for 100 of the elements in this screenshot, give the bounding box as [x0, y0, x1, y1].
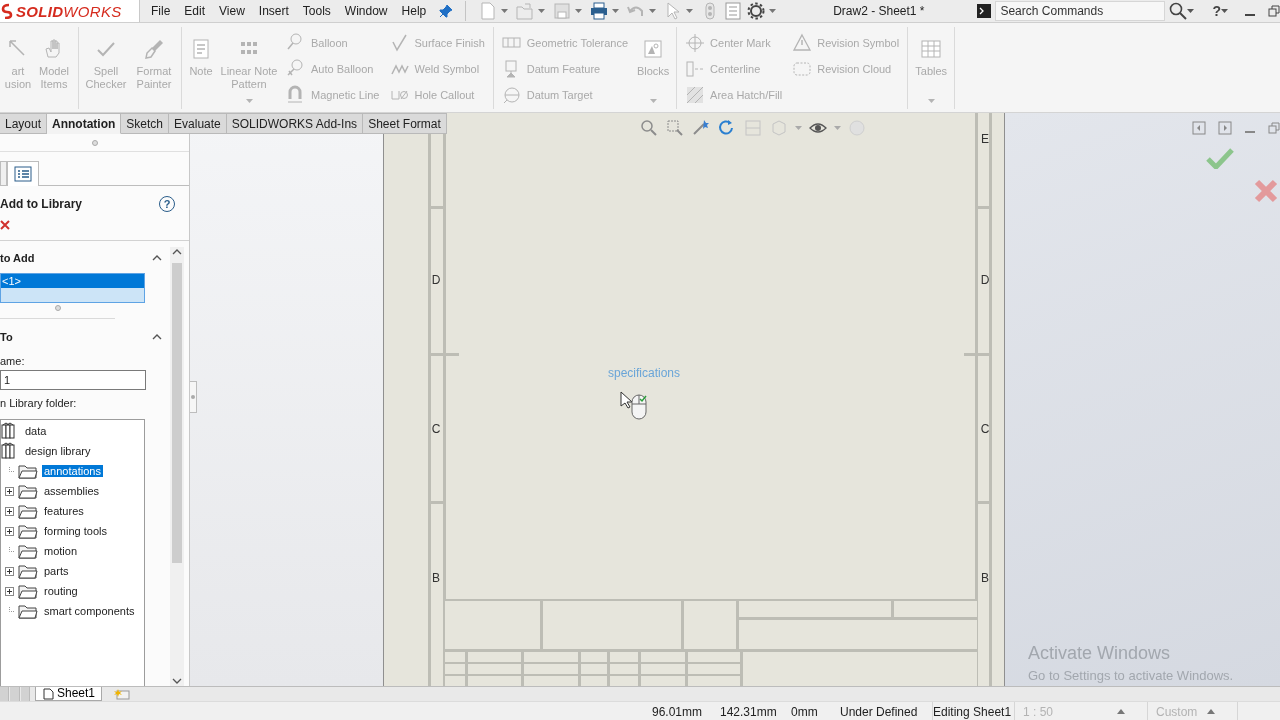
hatch-icon: [685, 85, 706, 105]
folder-icon: [18, 603, 38, 619]
folder-icon: [18, 583, 38, 599]
field-label: ame:: [0, 355, 26, 367]
table-icon: [919, 37, 944, 61]
expand-icon[interactable]: [5, 486, 14, 496]
panel-tab[interactable]: [0, 161, 7, 185]
selection-list[interactable]: <1>: [0, 273, 145, 303]
status-text: 0mm: [791, 704, 818, 719]
caret-icon[interactable]: [686, 9, 694, 13]
tree-item[interactable]: motion: [42, 545, 80, 557]
zone-letter: B: [980, 571, 990, 585]
caret-icon[interactable]: [1221, 9, 1228, 13]
v-mark-icon: [389, 33, 410, 53]
tree-item[interactable]: smart components: [42, 605, 137, 617]
ribbon-tab[interactable]: Evaluate: [169, 113, 227, 134]
previous-pane-icon[interactable]: [1192, 121, 1206, 135]
search-field[interactable]: Search Commands: [995, 1, 1166, 21]
add-sheet-icon[interactable]: [114, 688, 131, 700]
scroll-thumb[interactable]: [172, 263, 182, 563]
gear-icon[interactable]: [746, 1, 767, 21]
next-pane-icon[interactable]: [1218, 121, 1232, 135]
scroll-up-icon[interactable]: [172, 247, 182, 257]
field-label: n Library folder:: [0, 397, 78, 409]
sheet-scroll-button[interactable]: [0, 687, 10, 701]
ribbon-tab[interactable]: Annotation: [47, 113, 122, 134]
crosshair-icon: [685, 33, 706, 53]
folder-icon: [18, 483, 38, 499]
splitter-handle[interactable]: [190, 381, 197, 413]
caret-icon[interactable]: [769, 9, 777, 13]
ribbon-tab[interactable]: SOLIDWORKS Add-Ins: [226, 113, 364, 134]
pin-icon[interactable]: [439, 4, 454, 18]
restore-icon[interactable]: [1268, 5, 1280, 17]
save-icon[interactable]: [552, 1, 573, 21]
tree-item[interactable]: design library: [23, 445, 93, 457]
caret-icon[interactable]: [575, 9, 583, 13]
sheet-scroll-button[interactable]: [20, 687, 30, 701]
ribbon-tab[interactable]: Sheet Format: [363, 113, 447, 134]
tree-item[interactable]: annotations: [42, 465, 103, 477]
cloud-icon: [792, 59, 813, 79]
list-item[interactable]: <1>: [1, 274, 144, 288]
menu-item[interactable]: Help: [394, 0, 434, 22]
grip-dot-icon[interactable]: [91, 139, 98, 146]
status-text: 96.01mm: [652, 704, 703, 719]
tree-item[interactable]: features: [42, 505, 86, 517]
ribbon-tab[interactable]: Sketch: [121, 113, 170, 134]
status-text: 142.31mm: [720, 704, 777, 719]
target-icon: [501, 85, 522, 105]
help-button[interactable]: ?: [1212, 3, 1221, 19]
restore-icon[interactable]: [1268, 122, 1280, 134]
zoom-to-fit-icon[interactable]: [639, 118, 659, 138]
caret-icon[interactable]: [501, 9, 509, 13]
check-icon[interactable]: [1206, 147, 1234, 169]
logo-text: SOLIDWORKS: [16, 2, 122, 20]
section-title: To: [0, 331, 13, 343]
status-text: Editing Sheet1: [933, 704, 1012, 719]
menu-item[interactable]: Insert: [251, 0, 296, 22]
folder-icon: [18, 543, 38, 559]
section-title: to Add: [0, 252, 35, 264]
splitter-dot-icon[interactable]: [54, 305, 61, 311]
property-list-icon: [14, 166, 32, 182]
menu-item[interactable]: Window: [337, 0, 395, 22]
folder-icon: [18, 563, 38, 579]
file-name-field[interactable]: 1: [0, 370, 146, 390]
scrollbar[interactable]: [170, 247, 184, 686]
tree-item[interactable]: parts: [42, 565, 71, 577]
expand-icon[interactable]: [5, 526, 14, 536]
zone-letter: E: [980, 132, 990, 146]
panel-tab[interactable]: [7, 161, 39, 186]
zoom-area-icon[interactable]: [665, 118, 685, 138]
status-text: Under Defined: [840, 704, 918, 719]
cancel-icon[interactable]: [0, 220, 10, 230]
search-icon[interactable]: [1169, 2, 1188, 20]
menu-item[interactable]: Edit: [177, 0, 213, 22]
expand-icon[interactable]: [5, 566, 14, 576]
panel-title: Add to Library: [0, 197, 82, 211]
tree-item[interactable]: data: [23, 425, 49, 437]
tree-item[interactable]: forming tools: [42, 525, 109, 537]
zone-letter: C: [979, 422, 991, 436]
ribbon-tab[interactable]: Layout: [0, 113, 48, 134]
caret-icon[interactable]: [649, 9, 657, 13]
caret-icon[interactable]: [538, 9, 546, 13]
tree-item[interactable]: routing: [42, 585, 80, 597]
menu-item[interactable]: File: [144, 0, 178, 22]
expand-icon[interactable]: [5, 586, 14, 596]
collapse-caret-icon[interactable]: [152, 334, 162, 340]
caret-icon[interactable]: [612, 9, 620, 13]
menu-item[interactable]: Tools: [295, 0, 338, 22]
printer-icon[interactable]: [589, 1, 610, 21]
sheet-tab[interactable]: Sheet1: [35, 687, 103, 701]
caret-icon[interactable]: [1187, 9, 1195, 13]
menu-item[interactable]: View: [212, 0, 252, 22]
folder-icon: [18, 463, 38, 479]
collapse-caret-icon[interactable]: [152, 255, 162, 261]
triangle-icon: [792, 33, 813, 53]
expand-icon[interactable]: [5, 506, 14, 516]
scroll-down-icon[interactable]: [172, 676, 182, 686]
tree-item[interactable]: assemblies: [42, 485, 102, 497]
logo-icon: [0, 3, 14, 19]
brush-icon: [142, 37, 166, 61]
